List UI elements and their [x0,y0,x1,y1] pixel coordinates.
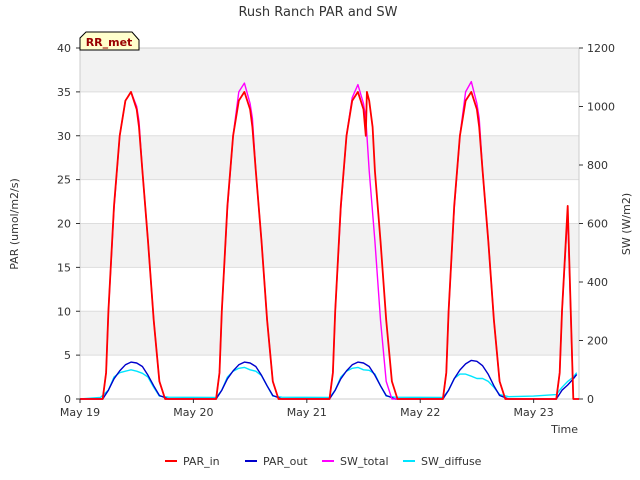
right-tick-label: 1000 [587,101,615,114]
station-badge: RR_met [79,31,140,51]
x-tick-label: May 23 [514,406,554,419]
right-tick-label: 400 [587,276,608,289]
chart-title: Rush Ranch PAR and SW [238,5,397,20]
left-tick-label: 10 [57,305,71,318]
right-tick-label: 600 [587,218,608,231]
shaded-band-2 [80,135,579,180]
x-tick-label: May 19 [60,406,100,419]
left-tick-label: 30 [57,130,71,143]
left-tick-label: 25 [57,174,71,187]
left-tick-label: 40 [57,42,71,55]
left-tick-label: 20 [57,218,71,231]
x-tick-label: May 20 [173,406,213,419]
legend-label-par-out: PAR_out [263,455,308,468]
right-tick-label: 200 [587,335,608,348]
left-axis-label: PAR (umol/m2/s) [8,178,21,270]
right-tick-label: 800 [587,159,608,172]
x-tick-label: May 21 [287,406,327,419]
left-tick-label: 35 [57,86,71,99]
left-tick-label: 15 [57,261,71,274]
right-axis-label: SW (W/m2) [620,193,633,255]
x-tick-label: May 22 [400,406,440,419]
legend-label-par-in: PAR_in [183,455,220,468]
x-axis-label: Time [550,423,578,436]
chart: Rush Ranch PAR and SW May 19 May 20 May 21… [0,0,640,480]
legend-label-sw-total: SW_total [340,455,389,468]
shaded-band-3 [80,48,579,92]
left-tick-label: 5 [64,349,71,362]
right-tick-label: 0 [587,393,594,406]
left-tick-label: 0 [64,393,71,406]
legend-label-sw-diffuse: SW_diffuse [421,455,482,468]
station-badge-label: RR_met [86,36,133,49]
right-tick-label: 1200 [587,42,615,55]
shaded-band-1 [80,223,579,268]
